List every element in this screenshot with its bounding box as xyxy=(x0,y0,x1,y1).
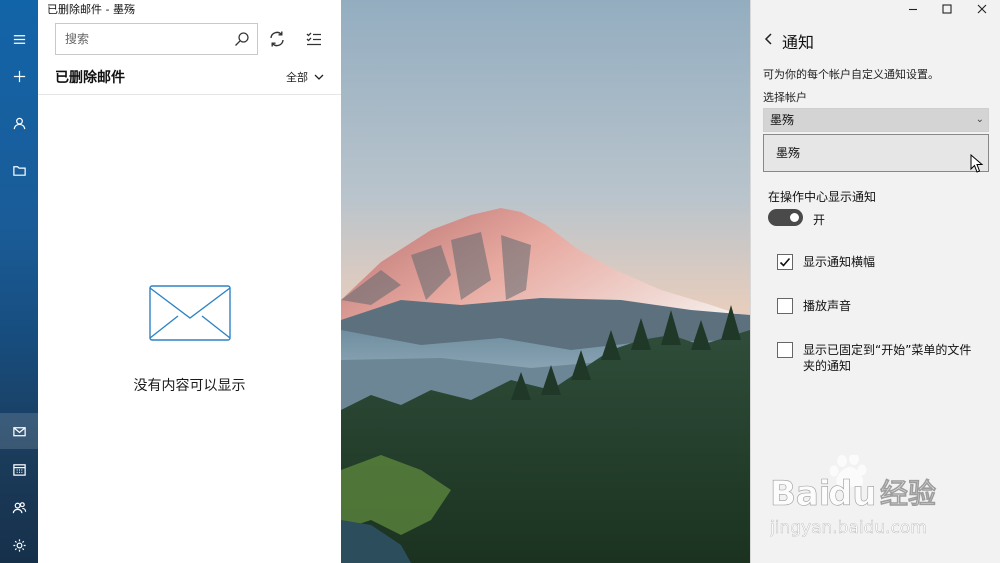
panel-title: 通知 xyxy=(782,33,815,52)
account-select-label: 选择帐户 xyxy=(763,91,807,104)
chevron-down-icon xyxy=(314,74,324,80)
watermark-brand: Bai xyxy=(770,474,831,514)
settings-icon xyxy=(12,538,26,552)
baidu-jingyan-watermark: Bai du 经验 jingyan.baidu.com xyxy=(770,455,936,538)
minimize-button[interactable] xyxy=(896,0,930,18)
play-sound-checkbox-row[interactable]: 播放声音 xyxy=(777,298,979,314)
checkmark-icon xyxy=(779,257,791,267)
filter-label: 全部 xyxy=(286,71,308,84)
folder-title: 已删除邮件 xyxy=(55,70,125,86)
maximize-icon xyxy=(942,4,952,14)
close-button[interactable] xyxy=(965,0,999,18)
people-button[interactable] xyxy=(0,489,38,525)
account-dropdown-list: 墨殇 xyxy=(763,134,989,172)
message-list-pane: 已删除邮件 - 墨殇 已删除邮件 全部 没有内容可以显示 xyxy=(38,0,341,563)
window-title: 已删除邮件 - 墨殇 xyxy=(47,3,135,16)
mountain-landscape xyxy=(341,0,750,563)
show-banner-checkbox-row[interactable]: 显示通知横幅 xyxy=(777,254,979,270)
people-icon xyxy=(12,501,26,513)
back-arrow-icon[interactable] xyxy=(761,30,777,48)
show-banner-checkbox[interactable] xyxy=(777,254,793,270)
navigation-rail xyxy=(0,0,38,563)
search-input[interactable] xyxy=(56,24,226,54)
action-center-toggle[interactable] xyxy=(768,209,803,226)
hamburger-menu-button[interactable] xyxy=(0,21,38,57)
person-icon xyxy=(13,117,25,129)
new-mail-button[interactable] xyxy=(0,58,38,94)
minimize-icon xyxy=(909,8,917,11)
background-landscape-image xyxy=(341,0,750,563)
pinned-folders-checkbox-row[interactable]: 显示已固定到“开始”菜单的文件夹的通知 xyxy=(777,342,979,374)
search-box[interactable] xyxy=(55,23,258,55)
watermark-brand-suffix: du xyxy=(828,474,877,514)
maximize-button[interactable] xyxy=(930,0,964,18)
calendar-icon xyxy=(12,463,26,476)
sync-icon[interactable] xyxy=(267,29,287,49)
filter-dropdown[interactable]: 全部 xyxy=(286,69,324,85)
show-banner-label: 显示通知横幅 xyxy=(803,255,876,269)
folder-icon xyxy=(12,165,26,176)
empty-mail-icon xyxy=(149,285,231,341)
panel-description: 可为你的每个帐户自定义通知设置。 xyxy=(763,68,939,81)
search-icon[interactable] xyxy=(234,31,250,47)
account-option[interactable]: 墨殇 xyxy=(764,135,988,171)
settings-button[interactable] xyxy=(0,527,38,563)
account-select-value: 墨殇 xyxy=(770,113,795,127)
calendar-button[interactable] xyxy=(0,451,38,487)
empty-state-text: 没有内容可以显示 xyxy=(133,378,246,394)
watermark-cn: 经验 xyxy=(880,477,936,510)
select-mode-icon[interactable] xyxy=(304,29,324,49)
watermark-url: jingyan.baidu.com xyxy=(770,518,927,538)
mail-button[interactable] xyxy=(0,413,38,449)
account-select[interactable]: 墨殇 ⌄ xyxy=(763,108,989,132)
mail-icon xyxy=(12,426,26,436)
play-sound-label: 播放声音 xyxy=(803,299,852,313)
play-sound-checkbox[interactable] xyxy=(777,298,793,314)
close-icon xyxy=(977,4,987,14)
accounts-button[interactable] xyxy=(0,105,38,141)
pinned-folders-label: 显示已固定到“开始”菜单的文件夹的通知 xyxy=(803,343,972,373)
toggle-state-label: 开 xyxy=(813,213,826,227)
folders-button[interactable] xyxy=(0,152,38,188)
pinned-folders-checkbox[interactable] xyxy=(777,342,793,358)
mouse-pointer-icon xyxy=(970,154,984,173)
menu-icon xyxy=(13,34,25,44)
action-center-label: 在操作中心显示通知 xyxy=(768,190,877,204)
list-divider xyxy=(38,94,341,95)
toggle-knob xyxy=(790,213,799,222)
plus-icon xyxy=(13,70,25,82)
chevron-down-icon: ⌄ xyxy=(975,114,984,125)
